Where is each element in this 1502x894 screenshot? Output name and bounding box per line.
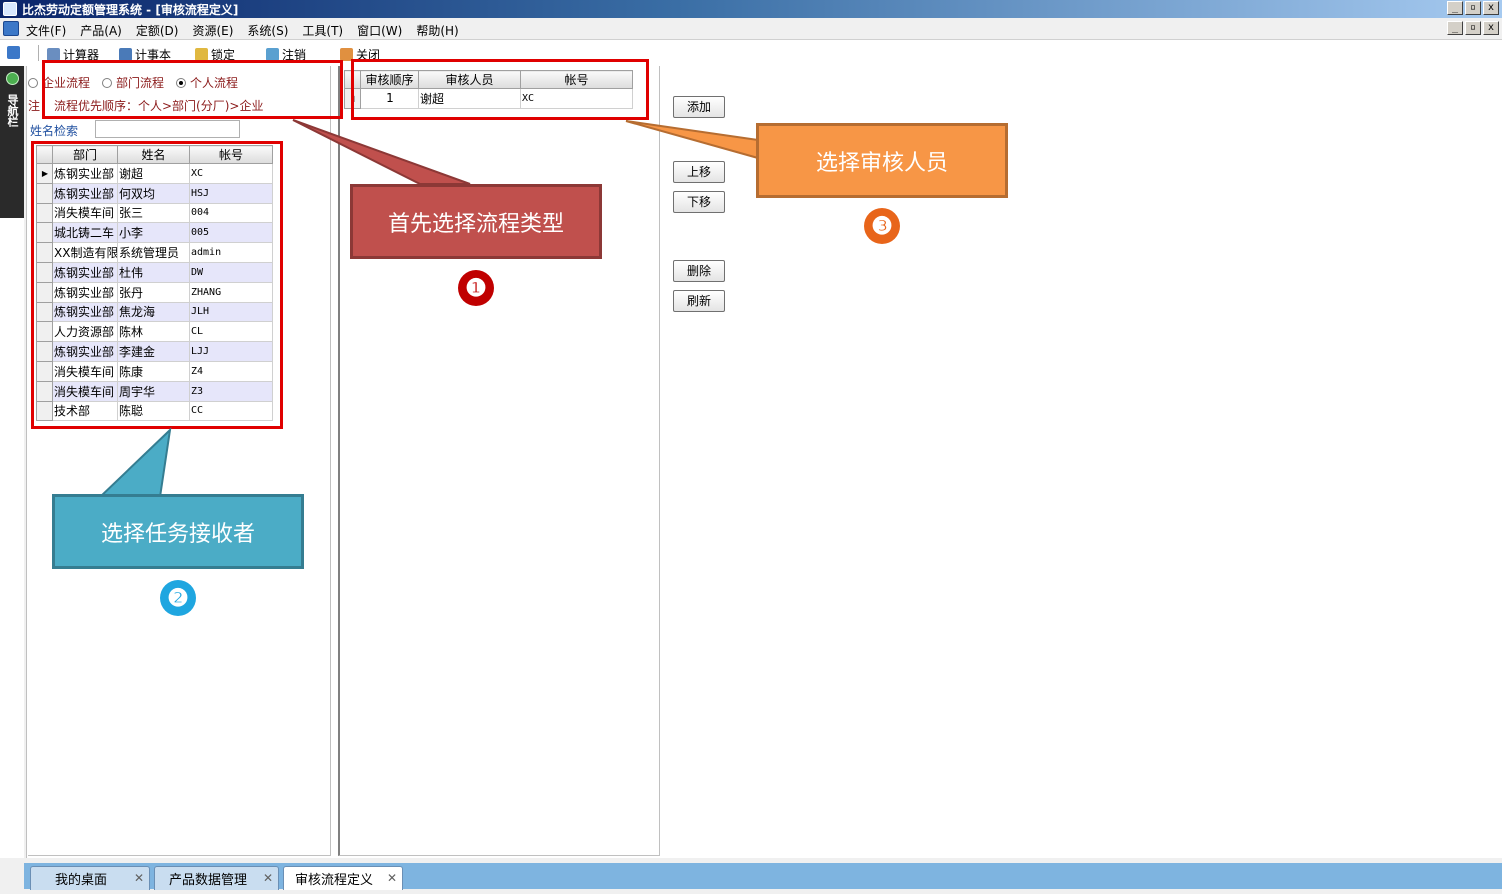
- nav-label: 导航栏: [6, 94, 19, 127]
- close-window-button[interactable]: x: [1483, 1, 1499, 15]
- nav-splitter[interactable]: [24, 66, 27, 858]
- mdi-close-button[interactable]: x: [1483, 21, 1499, 35]
- restore-button[interactable]: ▫: [1465, 1, 1481, 15]
- window-controls: _ ▫ x: [1447, 1, 1499, 15]
- menu-system[interactable]: 系统(S): [247, 22, 288, 39]
- move-down-button[interactable]: 下移: [673, 191, 725, 213]
- computer-icon: [7, 46, 20, 59]
- close-tab-icon[interactable]: ✕: [134, 871, 144, 885]
- radio-dot: [28, 77, 38, 88]
- name-search-input[interactable]: [95, 120, 240, 138]
- tab-review-flow[interactable]: 审核流程定义 ✕: [283, 866, 403, 890]
- callout-select-flow-type: 首先选择流程类型: [350, 184, 602, 259]
- close-tab-icon[interactable]: ✕: [387, 871, 397, 885]
- mdi-restore-button[interactable]: ▫: [1465, 21, 1481, 35]
- mdi-window-controls: _ ▫ x: [1447, 21, 1499, 35]
- minimize-button[interactable]: _: [1447, 1, 1463, 15]
- flow-type-highlight: [42, 60, 343, 119]
- menu-bar: 文件(F) 产品(A) 定额(D) 资源(E) 系统(S) 工具(T) 窗口(W…: [0, 18, 1502, 40]
- reviewer-highlight: [351, 59, 649, 120]
- tab-bar: 我的桌面 ✕ 产品数据管理 ✕ 审核流程定义 ✕: [0, 858, 1502, 894]
- shield-icon: [6, 72, 19, 85]
- window-title: 比杰劳动定额管理系统 - [审核流程定义]: [22, 3, 239, 17]
- menu-tools[interactable]: 工具(T): [302, 22, 343, 39]
- callout-select-receiver: 选择任务接收者: [52, 494, 304, 569]
- step-2-badge: ❷: [160, 580, 196, 616]
- toolbar-separator: [38, 45, 39, 61]
- note-label: 注: [28, 99, 41, 113]
- tab-my-desktop[interactable]: 我的桌面 ✕: [30, 866, 150, 890]
- close-tab-icon[interactable]: ✕: [263, 871, 273, 885]
- step-3-badge: ❸: [864, 208, 900, 244]
- menu-quota[interactable]: 定额(D): [136, 22, 179, 39]
- callout-select-reviewer: 选择审核人员: [756, 123, 1008, 198]
- menu-product[interactable]: 产品(A): [80, 22, 122, 39]
- menu-help[interactable]: 帮助(H): [416, 22, 458, 39]
- mdi-child-icon: [3, 21, 19, 36]
- app-icon: [3, 2, 17, 16]
- menu-window[interactable]: 窗口(W): [357, 22, 402, 39]
- name-search-label: 姓名检索: [30, 124, 79, 138]
- move-up-button[interactable]: 上移: [673, 161, 725, 183]
- menu-resource[interactable]: 资源(E): [192, 22, 233, 39]
- step-1-badge: ❶: [458, 270, 494, 306]
- user-grid-highlight: [31, 141, 283, 429]
- mdi-minimize-button[interactable]: _: [1447, 21, 1463, 35]
- toolbar-app-icon[interactable]: [7, 46, 23, 59]
- refresh-button[interactable]: 刷新: [673, 290, 725, 312]
- title-bar: 比杰劳动定额管理系统 - [审核流程定义] _ ▫ x: [0, 0, 1502, 18]
- add-button[interactable]: 添加: [673, 96, 725, 118]
- nav-panel[interactable]: 导航栏: [0, 66, 24, 218]
- menu-file[interactable]: 文件(F): [26, 22, 66, 39]
- delete-button[interactable]: 删除: [673, 260, 725, 282]
- tab-product-data[interactable]: 产品数据管理 ✕: [154, 866, 279, 890]
